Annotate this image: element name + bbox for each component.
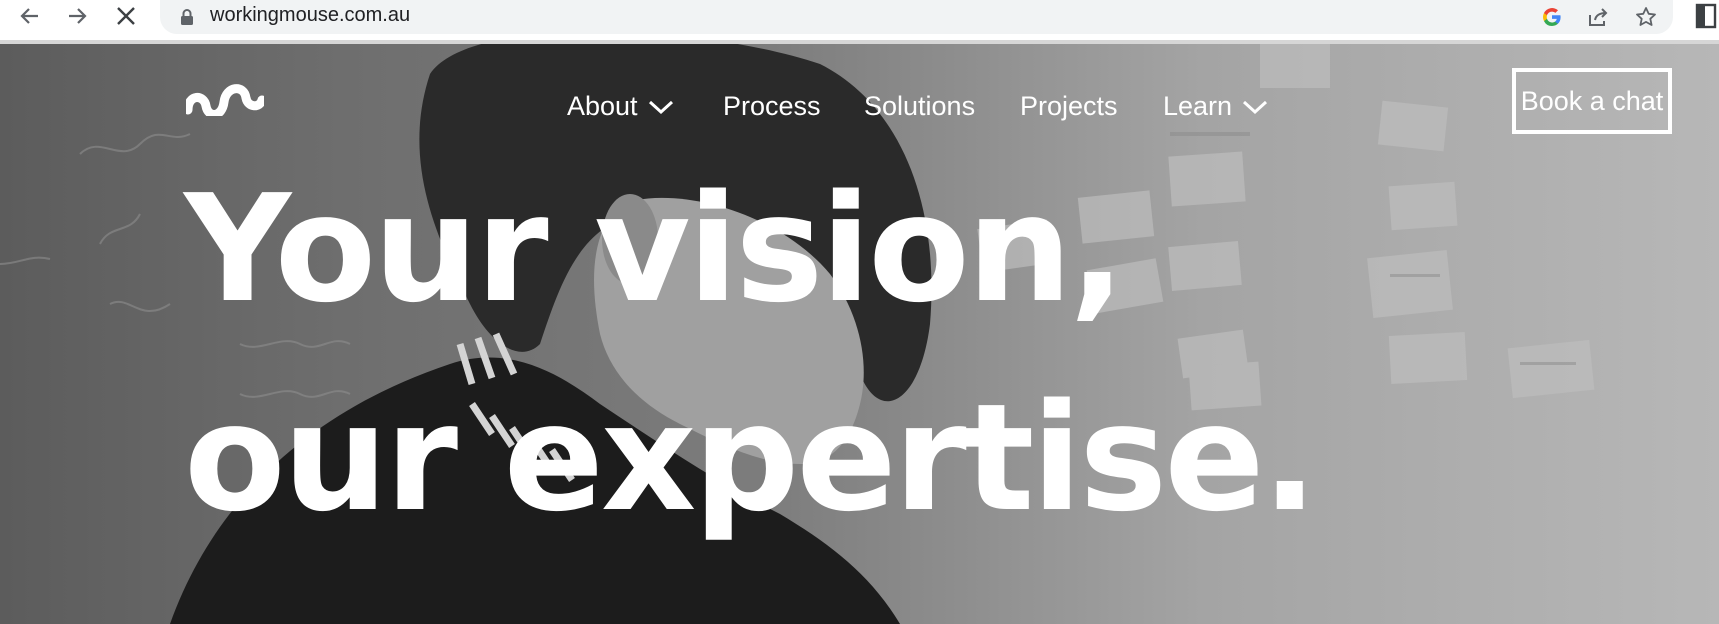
hero-section: About Process Solutions Projects Learn B… [0, 44, 1719, 624]
chevron-down-icon [1242, 91, 1268, 122]
stop-loading-icon[interactable] [106, 0, 146, 32]
lock-icon[interactable] [180, 8, 194, 30]
nav-process[interactable]: Process [723, 86, 821, 126]
share-icon[interactable] [1584, 3, 1612, 31]
google-icon[interactable] [1538, 3, 1566, 31]
forward-arrow-icon[interactable] [57, 0, 97, 32]
nav-solutions[interactable]: Solutions [864, 86, 975, 126]
url-text[interactable]: workingmouse.com.au [210, 4, 410, 27]
hero-headline-line-1: Your vision, [184, 163, 1125, 335]
back-arrow-icon[interactable] [10, 0, 50, 32]
browser-toolbar: workingmouse.com.au [0, 0, 1719, 44]
nav-projects[interactable]: Projects [1020, 86, 1118, 126]
book-a-chat-button[interactable]: Book a chat [1512, 68, 1672, 134]
nav-solutions-label: Solutions [864, 90, 976, 121]
nav-learn-label: Learn [1163, 90, 1233, 121]
nav-about-label: About [567, 90, 638, 121]
address-bar[interactable]: workingmouse.com.au [160, 0, 1673, 34]
chevron-down-icon [648, 91, 674, 122]
nav-projects-label: Projects [1020, 90, 1118, 121]
side-panel-icon[interactable] [1695, 3, 1717, 33]
hero-headline-line-2: our expertise. [184, 372, 1318, 544]
working-mouse-logo[interactable] [183, 80, 267, 120]
nav-process-label: Process [723, 90, 821, 121]
nav-learn[interactable]: Learn [1163, 86, 1268, 126]
nav-about[interactable]: About [567, 86, 674, 126]
bookmark-star-icon[interactable] [1632, 3, 1660, 31]
